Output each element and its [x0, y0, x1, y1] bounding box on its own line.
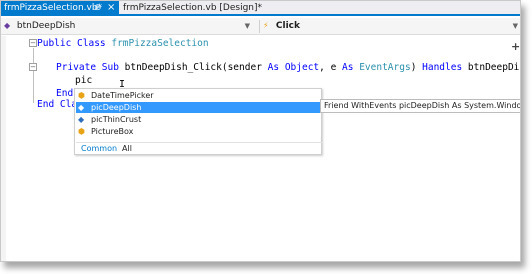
keyword: As [267, 62, 285, 73]
tab-design-file-label: frmPizzaSelection.vb [Design]* [123, 3, 263, 13]
completion-item-label: DateTimePicker [91, 91, 154, 100]
completion-item[interactable]: ⬢ PictureBox [76, 126, 322, 137]
keyword: Private Sub [56, 62, 125, 73]
code-line-sub: Private Sub btnDeepDish_Click(sender As … [56, 62, 520, 74]
keyword: As [342, 62, 360, 73]
object-dropdown-value: btnDeepDish [16, 21, 76, 31]
code-line-typing: pic [75, 75, 93, 86]
filter-tab-all[interactable]: All [122, 143, 132, 154]
code-text: , e [319, 62, 343, 73]
completion-item-label: PictureBox [91, 127, 134, 136]
keyword: Handles [422, 62, 463, 73]
completion-filter-bar: Common All [76, 142, 322, 154]
event-dropdown-value: Click [275, 21, 300, 31]
navigation-bar: ◆ btnDeepDish ▼ ⚡ Click ▼ [1, 18, 520, 35]
tab-code-file-label: frmPizzaSelection.vb* [4, 3, 103, 13]
code-line-class: Public Class frmPizzaSelection [37, 38, 209, 50]
field-icon: ◆ [78, 103, 85, 112]
collapse-icon[interactable]: − [29, 63, 37, 71]
completion-item[interactable]: ◆ picThinCrust [76, 114, 322, 125]
filter-tab-common[interactable]: Common [81, 143, 117, 154]
tab-design-file[interactable]: frmPizzaSelection.vb [Design]* [120, 1, 270, 16]
add-icon[interactable]: + [511, 40, 520, 53]
completion-item-selected[interactable]: ◆ picDeepDish [76, 102, 322, 113]
completion-item-label: picThinCrust [91, 115, 142, 124]
editor-gutter [1, 36, 6, 261]
document-tab-strip: frmPizzaSelection.vb* ⊕ × frmPizzaSelect… [1, 1, 520, 16]
completion-item[interactable]: ⬢ DateTimePicker [76, 90, 322, 101]
keyword: Public Class [37, 38, 112, 49]
class-icon: ⬢ [78, 91, 85, 100]
field-icon: ◆ [78, 115, 85, 124]
code-text: btnDeepDish_Click(sender [124, 62, 268, 73]
screenshot-frame: frmPizzaSelection.vb* ⊕ × frmPizzaSelect… [0, 0, 521, 262]
class-name: frmPizzaSelection [111, 38, 209, 49]
pin-icon[interactable]: ⊕ [94, 1, 102, 15]
class-icon: ⬢ [78, 127, 85, 136]
close-icon[interactable]: × [107, 1, 115, 15]
quick-info-tooltip: Friend WithEvents picDeepDish As System.… [320, 99, 520, 113]
code-text: btnDeepDish.Click [467, 62, 520, 73]
tab-code-file[interactable]: frmPizzaSelection.vb* ⊕ × [1, 1, 119, 16]
object-icon: ◆ [4, 21, 11, 30]
chevron-down-icon: ▼ [244, 22, 250, 30]
chevron-down-icon: ▼ [512, 22, 518, 30]
keyword: Object [284, 62, 320, 73]
event-dropdown[interactable]: ⚡ Click ▼ [259, 20, 520, 33]
outline-guide [33, 48, 34, 103]
object-dropdown[interactable]: ◆ btnDeepDish ▼ [4, 20, 254, 33]
completion-item-label: picDeepDish [91, 103, 142, 112]
intellisense-popup: ⬢ DateTimePicker ◆ picDeepDish ◆ picThin… [74, 88, 322, 155]
code-text: ) [410, 62, 423, 73]
event-icon: ⚡ [263, 21, 269, 30]
collapse-icon[interactable]: − [29, 39, 37, 47]
type-name: EventArgs [359, 62, 411, 73]
